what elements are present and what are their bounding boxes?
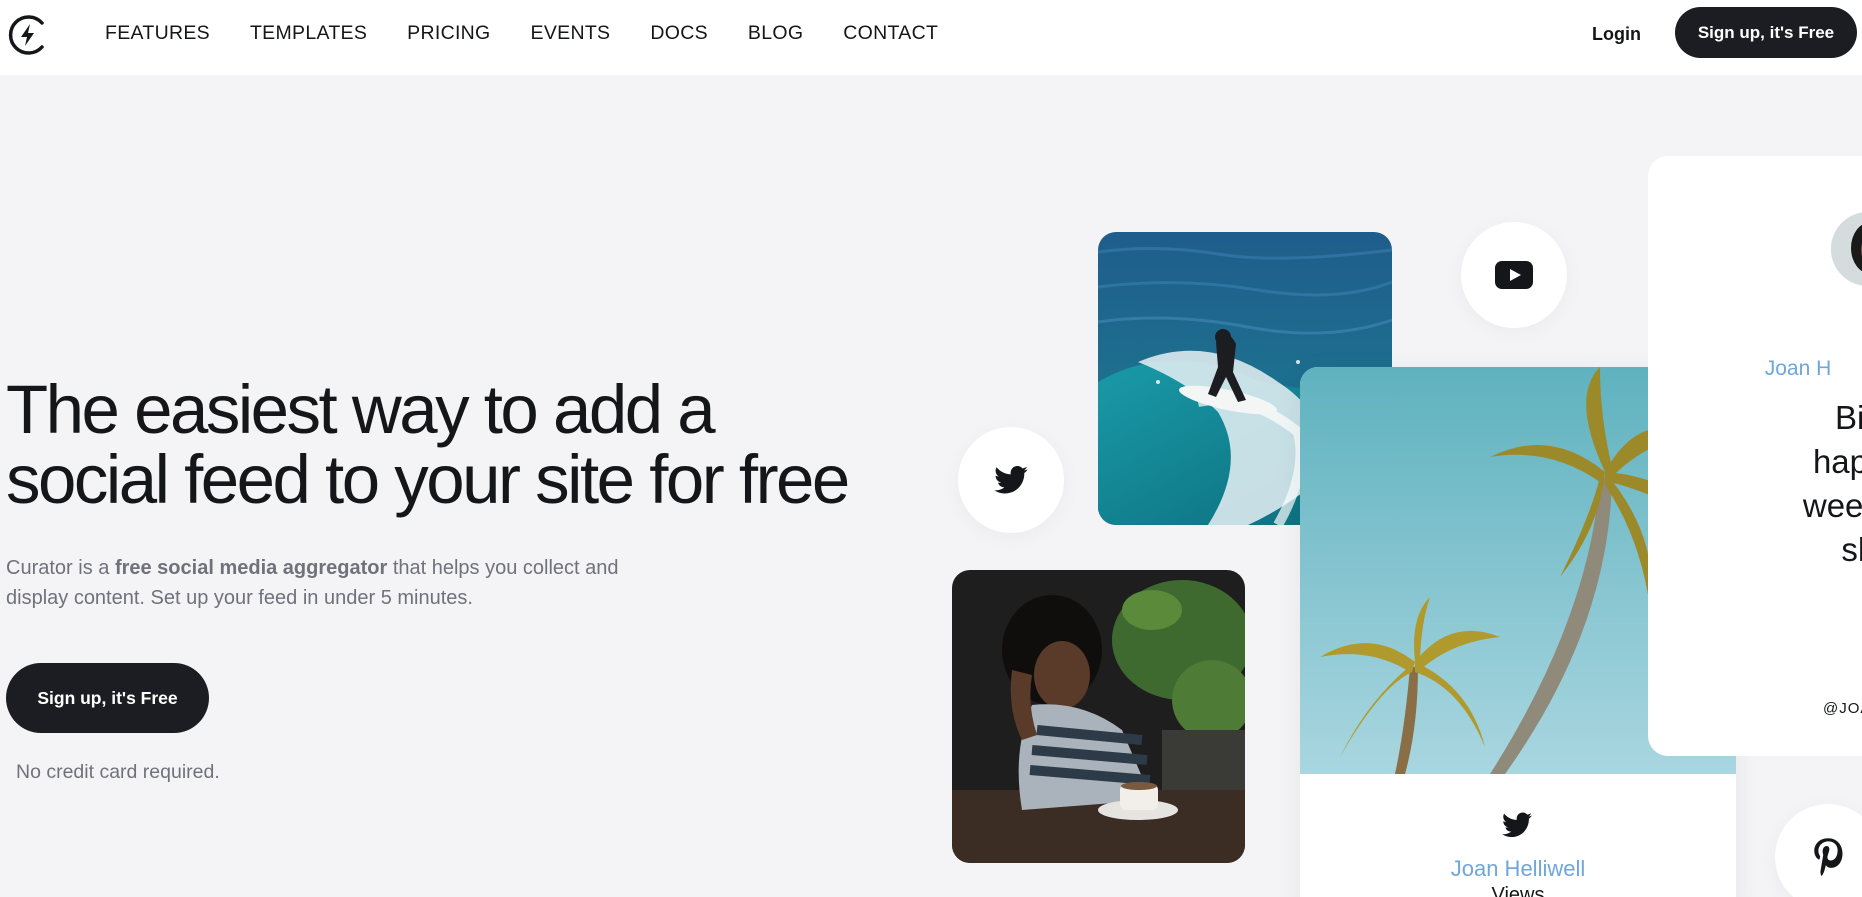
twitter-icon-button[interactable]	[958, 427, 1064, 533]
hero-title-line-2: social feed to your site for free	[6, 441, 850, 518]
hero-sub-line-2: display content. Set up your feed in und…	[6, 587, 473, 609]
text-post-body: Big t happen week, ca sha	[1728, 396, 1862, 572]
text-post-line: Big t	[1834, 399, 1862, 436]
youtube-icon	[1495, 261, 1533, 289]
no-credit-card-note: No credit card required.	[16, 761, 220, 783]
login-link[interactable]: Login	[1592, 24, 1641, 45]
nav-contact[interactable]: CONTACT	[843, 22, 938, 45]
text-post-line: happen	[1812, 443, 1862, 480]
nav-docs[interactable]: DOCS	[650, 22, 708, 45]
hero-sub-post: that helps you collect and	[387, 557, 619, 579]
woman-coffee-photo	[952, 570, 1245, 863]
youtube-icon-button[interactable]	[1461, 222, 1567, 328]
nav-templates[interactable]: TEMPLATES	[250, 22, 367, 45]
nav-links: FEATURES TEMPLATES PRICING EVENTS DOCS B…	[105, 22, 978, 45]
hero-sub-pre: Curator is a	[6, 557, 115, 579]
lightning-logo-icon[interactable]	[6, 13, 50, 57]
top-nav: FEATURES TEMPLATES PRICING EVENTS DOCS B…	[0, 0, 1862, 75]
nav-events[interactable]: EVENTS	[531, 22, 611, 45]
twitter-icon	[994, 466, 1028, 494]
text-post-card[interactable]: Joan H Big t happen week, ca sha @JOA	[1648, 156, 1862, 756]
nav-blog[interactable]: BLOG	[748, 22, 803, 45]
post-views-text: Views	[1491, 884, 1545, 897]
hero-subtitle: Curator is a free social media aggregato…	[6, 553, 666, 613]
nav-pricing[interactable]: PRICING	[407, 22, 490, 45]
text-post-line: sha	[1841, 531, 1862, 568]
pinterest-icon	[1814, 838, 1843, 876]
signup-button-hero[interactable]: Sign up, it's Free	[6, 663, 209, 733]
text-post-line: week, ca	[1802, 487, 1862, 524]
twitter-icon	[1502, 812, 1532, 837]
hero-sub-bold: free social media aggregator	[114, 557, 388, 579]
hero-title: The easiest way to add a social feed to …	[6, 375, 886, 515]
text-post-handle: @JOA	[1823, 700, 1862, 717]
nav-features[interactable]: FEATURES	[105, 22, 210, 45]
pinterest-icon-button[interactable]	[1775, 804, 1862, 897]
avatar	[1831, 212, 1862, 286]
hero-title-line-1: The easiest way to add a	[6, 371, 716, 448]
post-author-name[interactable]: Joan Helliwell	[1300, 856, 1736, 882]
signup-button-nav[interactable]: Sign up, it's Free	[1675, 7, 1857, 58]
text-post-author[interactable]: Joan H	[1648, 357, 1862, 381]
